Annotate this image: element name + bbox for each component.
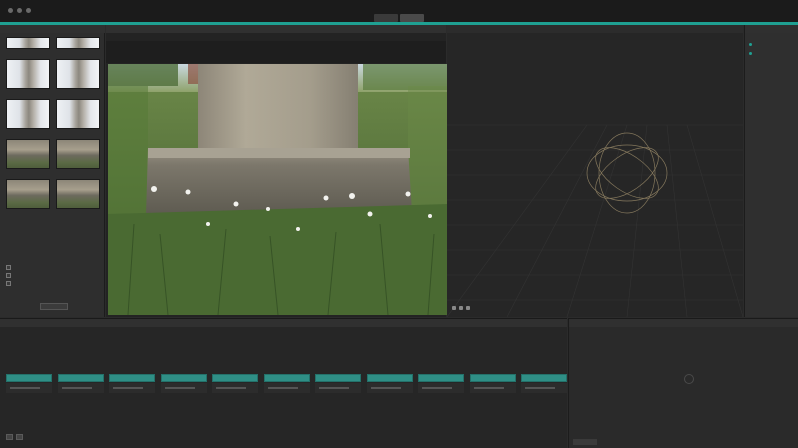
graph-node[interactable]	[6, 374, 52, 382]
graph-node-port[interactable]	[473, 387, 504, 389]
thumbnail-label	[56, 49, 100, 55]
thumbnail-image	[6, 37, 50, 49]
thumbnail-image	[56, 37, 100, 49]
grid-icon[interactable]	[459, 306, 463, 310]
image-thumbnail[interactable]	[6, 99, 50, 135]
thumbnail-label	[6, 169, 50, 175]
image-thumbnail[interactable]	[56, 179, 100, 215]
camera-icon[interactable]	[452, 306, 456, 310]
image-option-row[interactable]	[6, 271, 102, 279]
image-thumbnail[interactable]	[56, 139, 100, 175]
graph-node-port[interactable]	[113, 387, 143, 389]
viewer-footer	[106, 306, 446, 316]
image-thumbnail[interactable]	[6, 139, 50, 175]
graph-node[interactable]	[212, 374, 258, 382]
graph-node[interactable]	[109, 374, 155, 382]
graph-node[interactable]	[418, 374, 464, 382]
node-attributes-header	[569, 319, 798, 327]
graph-node-port[interactable]	[61, 387, 92, 389]
window-dot-icon[interactable]	[26, 8, 31, 13]
selection-dot-icon	[749, 43, 752, 46]
image-thumbnail[interactable]	[6, 37, 50, 55]
thumbnail-image	[56, 59, 100, 89]
images-panel-header	[0, 25, 105, 33]
graph-node-port[interactable]	[10, 387, 40, 389]
graph-node[interactable]	[469, 374, 516, 382]
placeholder-icon	[684, 374, 694, 384]
graph-node-port[interactable]	[525, 387, 555, 389]
thumbnail-label	[6, 129, 50, 135]
thumbnail-image	[56, 139, 100, 169]
graph-node-port[interactable]	[422, 387, 452, 389]
graph-node-port[interactable]	[370, 387, 401, 389]
window-dot-icon[interactable]	[8, 8, 13, 13]
graph-footer	[6, 434, 23, 440]
viewer3d-footer	[452, 306, 470, 310]
image-thumbnail[interactable]	[6, 179, 50, 215]
graph-editor[interactable]	[0, 318, 567, 448]
window-dot-icon[interactable]	[17, 8, 22, 13]
graph-node[interactable]	[263, 374, 310, 382]
images-panel	[0, 25, 105, 317]
right-panel	[744, 25, 798, 317]
graph-node-port[interactable]	[267, 387, 298, 389]
right-panel-row[interactable]	[749, 43, 752, 46]
graph-node-port[interactable]	[319, 387, 349, 389]
selection-dot-icon	[749, 52, 752, 55]
image-options	[6, 263, 102, 287]
right-panel-header	[745, 25, 798, 33]
thumbnail-label	[56, 89, 100, 95]
image-thumbnail[interactable]	[6, 59, 50, 95]
image-viewer	[106, 25, 448, 317]
thumbnail-label	[6, 89, 50, 95]
image-thumbnail[interactable]	[56, 59, 100, 95]
images-action-button[interactable]	[40, 303, 68, 310]
graph-node-port[interactable]	[216, 387, 246, 389]
thumbnail-image	[6, 139, 50, 169]
3d-grid	[447, 124, 743, 317]
workspace-tabs	[374, 14, 424, 22]
checkbox-icon[interactable]	[6, 280, 11, 286]
thumbnail-image	[6, 179, 50, 209]
window-controls	[8, 8, 31, 13]
node-attributes-panel	[568, 318, 798, 448]
thumbnail-label	[56, 209, 100, 215]
zoom-button[interactable]	[6, 434, 13, 440]
thumbnail-label	[56, 169, 100, 175]
workspace-tab-active[interactable]	[400, 14, 424, 22]
workspace-tab[interactable]	[374, 14, 398, 22]
image-gallery	[6, 37, 102, 215]
thumbnail-image	[56, 99, 100, 129]
viewer-photo[interactable]	[108, 64, 448, 315]
3d-viewer[interactable]	[447, 25, 743, 317]
image-viewer-header	[106, 25, 446, 33]
fit-button[interactable]	[16, 434, 23, 440]
thumbnail-label	[56, 129, 100, 135]
window-titlebar	[0, 0, 798, 22]
settings-icon[interactable]	[466, 306, 470, 310]
thumbnail-label	[6, 49, 50, 55]
thumbnail-image	[6, 99, 50, 129]
checkbox-icon[interactable]	[6, 272, 11, 278]
attributes-footer-button[interactable]	[573, 439, 597, 445]
graph-editor-header	[0, 319, 567, 327]
image-option-row[interactable]	[6, 263, 102, 271]
graph-node[interactable]	[521, 374, 567, 382]
graph-node[interactable]	[57, 374, 104, 382]
thumbnail-label	[6, 209, 50, 215]
right-panel-row[interactable]	[749, 52, 752, 55]
graph-node-port[interactable]	[164, 387, 195, 389]
image-thumbnail[interactable]	[56, 99, 100, 135]
image-thumbnail[interactable]	[56, 37, 100, 55]
viewer-toolbar	[106, 41, 446, 63]
thumbnail-image	[56, 179, 100, 209]
image-option-row[interactable]	[6, 279, 102, 287]
graph-node[interactable]	[366, 374, 413, 382]
graph-node[interactable]	[315, 374, 361, 382]
graph-node[interactable]	[160, 374, 207, 382]
checkbox-icon[interactable]	[6, 264, 11, 270]
thumbnail-image	[6, 59, 50, 89]
